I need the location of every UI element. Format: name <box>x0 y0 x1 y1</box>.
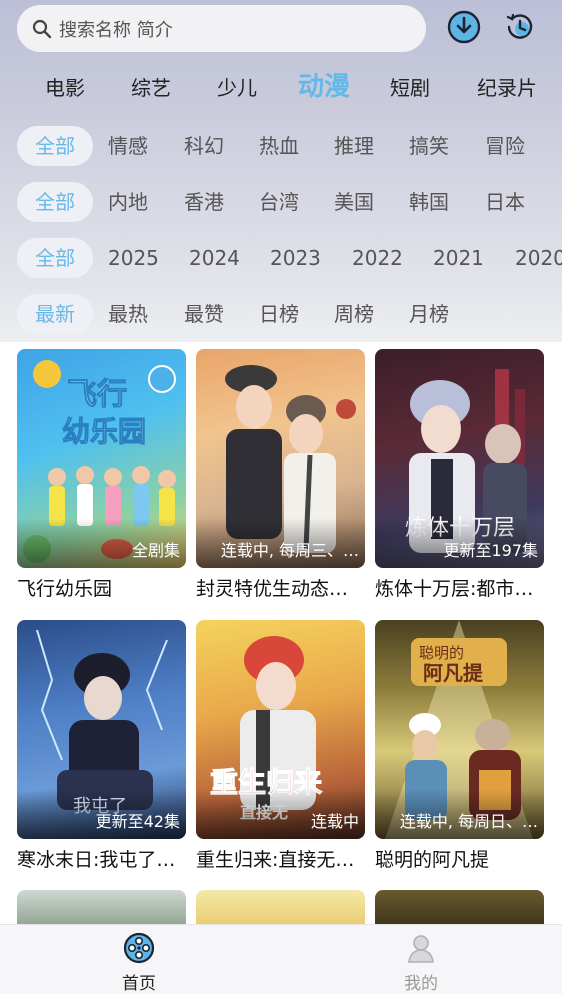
video-title: 寒冰末日:我屯了… <box>17 849 176 871</box>
genre-chip[interactable]: 冒险 <box>485 126 525 166</box>
video-card[interactable]: 炼体十万层 更新至197集 炼体十万层:都市… <box>375 349 544 601</box>
region-chip[interactable]: 香港 <box>184 182 224 222</box>
tab-variety[interactable]: 综艺 <box>131 72 171 101</box>
tab-documentary[interactable]: 纪录片 <box>477 72 537 101</box>
genre-chip[interactable]: 情感 <box>108 126 148 166</box>
video-card[interactable]: 飞行 幼乐园 全剧集 飞行幼乐园 <box>17 349 186 601</box>
category-tabs: 电影 综艺 少儿 动漫 短剧 纪录片 <box>0 60 562 108</box>
episode-status: 连载中 <box>310 812 359 831</box>
video-title: 聪明的阿凡提 <box>375 849 490 871</box>
poster-image: 飞行 幼乐园 全剧集 <box>17 349 186 568</box>
sort-chip[interactable]: 周榜 <box>334 294 374 334</box>
search-placeholder: 搜索名称 简介 <box>59 19 173 41</box>
region-chip[interactable]: 美国 <box>334 182 374 222</box>
year-chip[interactable]: 2023 <box>270 238 321 278</box>
year-filter-row: 全部 2025 2024 2023 2022 2021 2020 <box>0 238 562 278</box>
svg-text:聪明的: 聪明的 <box>419 644 464 662</box>
sort-chip-latest[interactable]: 最新 <box>17 294 93 334</box>
tab-short-drama[interactable]: 短剧 <box>390 72 430 101</box>
episode-status: 连载中, 每周日、… <box>399 812 538 831</box>
nav-home-label: 首页 <box>122 974 156 994</box>
region-chip[interactable]: 韩国 <box>409 182 449 222</box>
tab-movie[interactable]: 电影 <box>45 72 85 101</box>
episode-status: 连载中, 每周三、… <box>220 541 359 560</box>
video-title: 重生归来:直接无… <box>196 849 355 871</box>
region-chip[interactable]: 台湾 <box>259 182 299 222</box>
film-reel-icon <box>122 931 156 965</box>
video-card[interactable]: 聪明的 阿凡提 连载中, 每周日、… 聪明的阿凡提 <box>375 620 544 872</box>
sort-chip[interactable]: 日榜 <box>259 294 299 334</box>
video-card[interactable]: 连载中, 每周三、… 封灵特优生动态… <box>196 349 365 601</box>
download-icon <box>447 10 481 44</box>
history-button[interactable] <box>502 9 538 45</box>
bottom-navigation: 首页 我的 <box>0 924 562 994</box>
download-button[interactable] <box>446 9 482 45</box>
video-title: 炼体十万层:都市… <box>375 578 534 600</box>
region-chip[interactable]: 日本 <box>485 182 525 222</box>
episode-status: 全剧集 <box>131 541 180 560</box>
video-title: 飞行幼乐园 <box>17 578 113 600</box>
episode-status: 更新至197集 <box>443 541 538 560</box>
search-icon <box>31 18 53 40</box>
tab-anime[interactable]: 动漫 <box>298 66 350 103</box>
region-chip[interactable]: 内地 <box>108 182 148 222</box>
genre-chip-all[interactable]: 全部 <box>17 126 93 166</box>
sort-filter-row: 最新 最热 最赞 日榜 周榜 月榜 <box>0 294 562 334</box>
video-title: 封灵特优生动态… <box>196 578 349 600</box>
genre-chip[interactable]: 搞笑 <box>409 126 449 166</box>
sort-chip[interactable]: 最赞 <box>184 294 224 334</box>
svg-text:飞行: 飞行 <box>67 377 127 412</box>
year-chip[interactable]: 2022 <box>352 238 403 278</box>
poster-image: 聪明的 阿凡提 连载中, 每周日、… <box>375 620 544 839</box>
episode-status: 更新至42集 <box>95 812 180 831</box>
nav-profile-label: 我的 <box>404 974 438 994</box>
year-chip[interactable]: 2024 <box>189 238 240 278</box>
year-chip[interactable]: 2021 <box>433 238 484 278</box>
video-card[interactable]: 重生归来 直接无 连载中 重生归来:直接无… <box>196 620 365 872</box>
svg-text:阿凡提: 阿凡提 <box>423 661 484 685</box>
region-filter-row: 全部 内地 香港 台湾 美国 韩国 日本 <box>0 182 562 222</box>
profile-icon <box>404 931 438 965</box>
poster-image: 我屯了 更新至42集 <box>17 620 186 839</box>
genre-chip[interactable]: 科幻 <box>184 126 224 166</box>
sort-chip[interactable]: 月榜 <box>409 294 449 334</box>
tab-kids[interactable]: 少儿 <box>217 72 257 101</box>
genre-chip[interactable]: 热血 <box>259 126 299 166</box>
history-icon <box>506 13 533 39</box>
poster-image: 炼体十万层 更新至197集 <box>375 349 544 568</box>
genre-chip[interactable]: 推理 <box>334 126 374 166</box>
genre-filter-row: 全部 情感 科幻 热血 推理 搞笑 冒险 <box>0 126 562 166</box>
video-card[interactable]: 我屯了 更新至42集 寒冰末日:我屯了… <box>17 620 186 872</box>
sort-chip[interactable]: 最热 <box>108 294 148 334</box>
svg-text:幼乐园: 幼乐园 <box>62 415 146 448</box>
search-input[interactable]: 搜索名称 简介 <box>17 5 426 52</box>
poster-image: 重生归来 直接无 连载中 <box>196 620 365 839</box>
region-chip-all[interactable]: 全部 <box>17 182 93 222</box>
year-chip-all[interactable]: 全部 <box>17 238 93 278</box>
year-chip[interactable]: 2025 <box>108 238 159 278</box>
poster-image: 连载中, 每周三、… <box>196 349 365 568</box>
nav-profile[interactable]: 我的 <box>381 931 461 994</box>
year-chip[interactable]: 2020 <box>515 238 562 278</box>
nav-home[interactable]: 首页 <box>99 931 179 994</box>
